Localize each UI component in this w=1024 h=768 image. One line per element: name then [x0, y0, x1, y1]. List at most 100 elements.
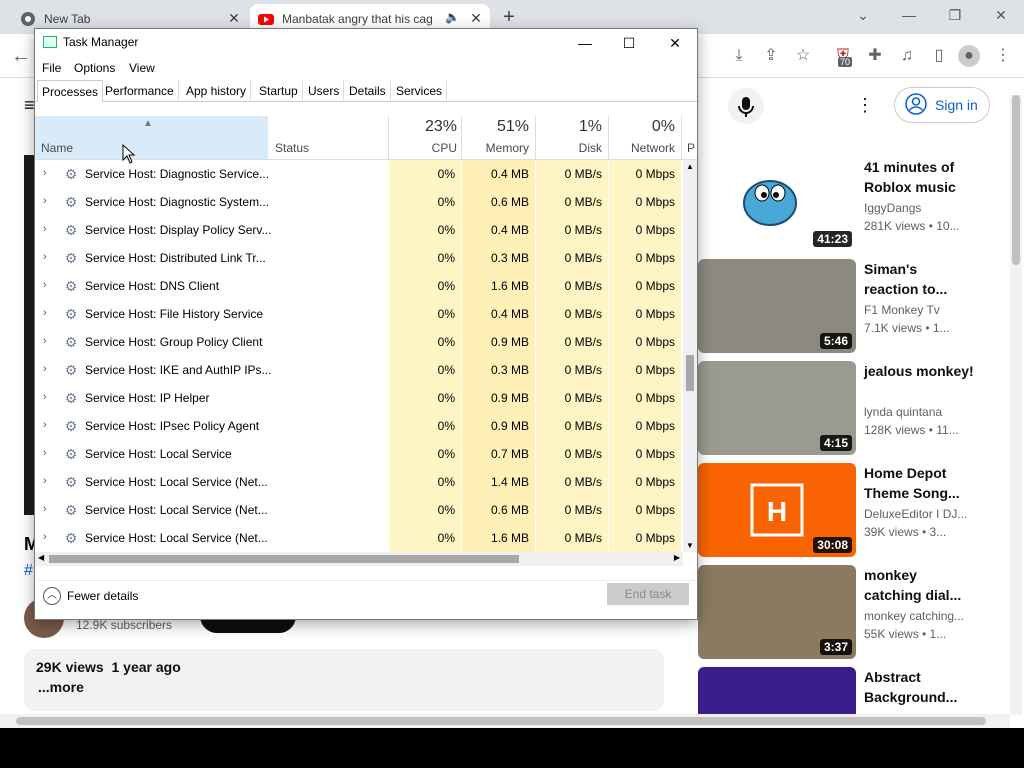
- video-title[interactable]: jealous monkey!: [864, 361, 974, 381]
- video-thumbnail[interactable]: 41:23: [698, 157, 856, 251]
- voice-search-mic-icon[interactable]: [728, 88, 764, 124]
- hashtag-partial[interactable]: #: [24, 562, 33, 580]
- table-row[interactable]: › ⚙ Service Host: IKE and AuthIP IPs... 0% 0…: [35, 356, 683, 384]
- maximize-button[interactable]: ☐: [607, 31, 651, 55]
- end-task-button[interactable]: End task: [607, 583, 689, 605]
- show-more-link[interactable]: ...more: [38, 679, 652, 695]
- close-tab-icon[interactable]: ✕: [468, 10, 484, 26]
- table-row[interactable]: › ⚙ Service Host: Local Service (Net... 0% 0…: [35, 496, 683, 524]
- memory-column-header[interactable]: Memory: [465, 141, 529, 155]
- video-thumbnail[interactable]: 5:46: [698, 259, 856, 353]
- channel-name[interactable]: lynda quintana: [864, 405, 942, 419]
- expand-chevron-icon[interactable]: ›: [43, 363, 47, 375]
- menu-view[interactable]: View: [129, 61, 155, 75]
- page-horizontal-scrollbar-thumb[interactable]: [16, 717, 986, 725]
- video-card[interactable]: 41:23 41 minutes of Roblox music IggyDangs…: [688, 157, 1018, 253]
- close-tab-icon[interactable]: ✕: [226, 10, 242, 26]
- hamburger-menu-icon[interactable]: ≡: [24, 95, 35, 116]
- status-column-header[interactable]: Status: [275, 141, 309, 155]
- channel-name[interactable]: F1 Monkey Tv: [864, 303, 940, 317]
- table-row[interactable]: › ⚙ Service Host: File History Service 0% 0.…: [35, 300, 683, 328]
- settings-kebab-icon[interactable]: ⋮: [856, 93, 874, 117]
- table-row[interactable]: › ⚙ Service Host: Local Service (Net... 0% 1…: [35, 468, 683, 496]
- task-manager-title-bar[interactable]: Task Manager — ☐ ✕: [35, 29, 697, 57]
- close-window-button[interactable]: ✕: [986, 4, 1016, 26]
- expand-chevron-icon[interactable]: ›: [43, 503, 47, 515]
- chrome-menu-icon[interactable]: ⋮: [992, 45, 1014, 67]
- table-row[interactable]: › ⚙ Service Host: DNS Client 0% 1.6 MB 0 MB/s…: [35, 272, 683, 300]
- expand-chevron-icon[interactable]: ›: [43, 223, 47, 235]
- expand-chevron-icon[interactable]: ›: [43, 475, 47, 487]
- profile-icon[interactable]: ●: [958, 45, 980, 67]
- video-card[interactable]: 4:15 jealous monkey! lynda quintana 128K vi…: [688, 361, 1018, 457]
- video-title[interactable]: Abstract Background...: [864, 667, 974, 707]
- expand-chevron-icon[interactable]: ›: [43, 167, 47, 179]
- cpu-column-header[interactable]: CPU: [395, 141, 457, 155]
- video-title[interactable]: 41 minutes of Roblox music: [864, 157, 974, 197]
- tab-search-chevron-icon[interactable]: ⌄: [848, 4, 878, 26]
- power-column-header-partial[interactable]: P: [687, 141, 695, 155]
- scroll-down-icon[interactable]: ▼: [686, 541, 694, 550]
- process-list-horizontal-scrollbar[interactable]: ◀ ▶: [35, 552, 683, 566]
- expand-chevron-icon[interactable]: ›: [43, 307, 47, 319]
- table-row[interactable]: › ⚙ Service Host: Local Service 0% 0.7 MB 0 M…: [35, 440, 683, 468]
- expand-chevron-icon[interactable]: ›: [43, 531, 47, 543]
- expand-chevron-icon[interactable]: ›: [43, 335, 47, 347]
- close-button[interactable]: ✕: [653, 31, 697, 55]
- tab-services[interactable]: Services: [392, 80, 448, 102]
- table-row[interactable]: › ⚙ Service Host: IPsec Policy Agent 0% 0.9 …: [35, 412, 683, 440]
- extensions-puzzle-icon[interactable]: ✚: [864, 45, 886, 67]
- sign-in-button[interactable]: Sign in: [894, 87, 990, 123]
- tab-details[interactable]: Details: [345, 80, 391, 102]
- scroll-up-icon[interactable]: ▲: [686, 162, 694, 171]
- table-row[interactable]: › ⚙ Service Host: Display Policy Serv... 0%…: [35, 216, 683, 244]
- bookmark-star-icon[interactable]: ☆: [792, 45, 814, 67]
- network-column-header[interactable]: Network: [611, 141, 675, 155]
- share-icon[interactable]: ⇪: [760, 45, 782, 67]
- column-divider[interactable]: [535, 116, 536, 159]
- tab-startup[interactable]: Startup: [255, 80, 303, 102]
- media-control-icon[interactable]: ♫: [896, 45, 918, 67]
- new-tab-button[interactable]: +: [498, 6, 520, 28]
- speaker-icon[interactable]: 🔈: [445, 10, 460, 24]
- install-icon[interactable]: ⤓: [728, 45, 750, 67]
- restore-button[interactable]: ❐: [940, 4, 970, 26]
- minimize-button[interactable]: —: [894, 4, 924, 26]
- column-divider[interactable]: [388, 116, 389, 159]
- page-horizontal-scrollbar[interactable]: [0, 714, 1010, 728]
- menu-file[interactable]: File: [42, 61, 61, 75]
- tab-users[interactable]: Users: [304, 80, 345, 102]
- minimize-button[interactable]: —: [563, 31, 607, 55]
- tab-performance[interactable]: Performance: [101, 80, 179, 102]
- video-title[interactable]: monkey catching dial...: [864, 565, 974, 605]
- disk-column-header[interactable]: Disk: [539, 141, 602, 155]
- video-card[interactable]: 3:37 monkey catching dial... monkey catchi…: [688, 565, 1018, 661]
- channel-name[interactable]: DeluxeEditor I DJ...: [864, 507, 967, 521]
- fewer-details-button[interactable]: ︿ Fewer details: [43, 587, 138, 605]
- video-description[interactable]: 29K views 1 year ago ...more: [24, 649, 664, 711]
- video-thumbnail[interactable]: 3:37: [698, 565, 856, 659]
- table-row[interactable]: › ⚙ Service Host: IP Helper 0% 0.9 MB 0 MB/s 0…: [35, 384, 683, 412]
- table-row[interactable]: › ⚙ Service Host: Local Service (Net... 0% 1…: [35, 524, 683, 552]
- video-card[interactable]: 5:46 Siman's reaction to... F1 Monkey Tv 7.…: [688, 259, 1018, 355]
- video-title[interactable]: Home Depot Theme Song...: [864, 463, 974, 503]
- page-scrollbar[interactable]: [1010, 95, 1022, 715]
- channel-name[interactable]: monkey catching...: [864, 609, 964, 623]
- video-thumbnail[interactable]: 4:15: [698, 361, 856, 455]
- video-title[interactable]: Siman's reaction to...: [864, 259, 974, 299]
- table-row[interactable]: › ⚙ Service Host: Distributed Link Tr... 0%…: [35, 244, 683, 272]
- table-row[interactable]: › ⚙ Service Host: Group Policy Client 0% 0.9…: [35, 328, 683, 356]
- tab-app-history[interactable]: App history: [182, 80, 252, 102]
- process-list-scrollbar-thumb[interactable]: [686, 355, 694, 391]
- column-divider[interactable]: [608, 116, 609, 159]
- side-panel-icon[interactable]: ▯: [928, 45, 950, 67]
- column-divider[interactable]: [681, 116, 682, 159]
- page-scrollbar-thumb[interactable]: [1012, 95, 1020, 265]
- channel-name[interactable]: IggyDangs: [864, 201, 921, 215]
- video-card[interactable]: H 30:08 Home Depot Theme Song... DeluxeEdit…: [688, 463, 1018, 559]
- expand-chevron-icon[interactable]: ›: [43, 279, 47, 291]
- expand-chevron-icon[interactable]: ›: [43, 391, 47, 403]
- expand-chevron-icon[interactable]: ›: [43, 447, 47, 459]
- scroll-right-icon[interactable]: ▶: [674, 553, 680, 562]
- expand-chevron-icon[interactable]: ›: [43, 251, 47, 263]
